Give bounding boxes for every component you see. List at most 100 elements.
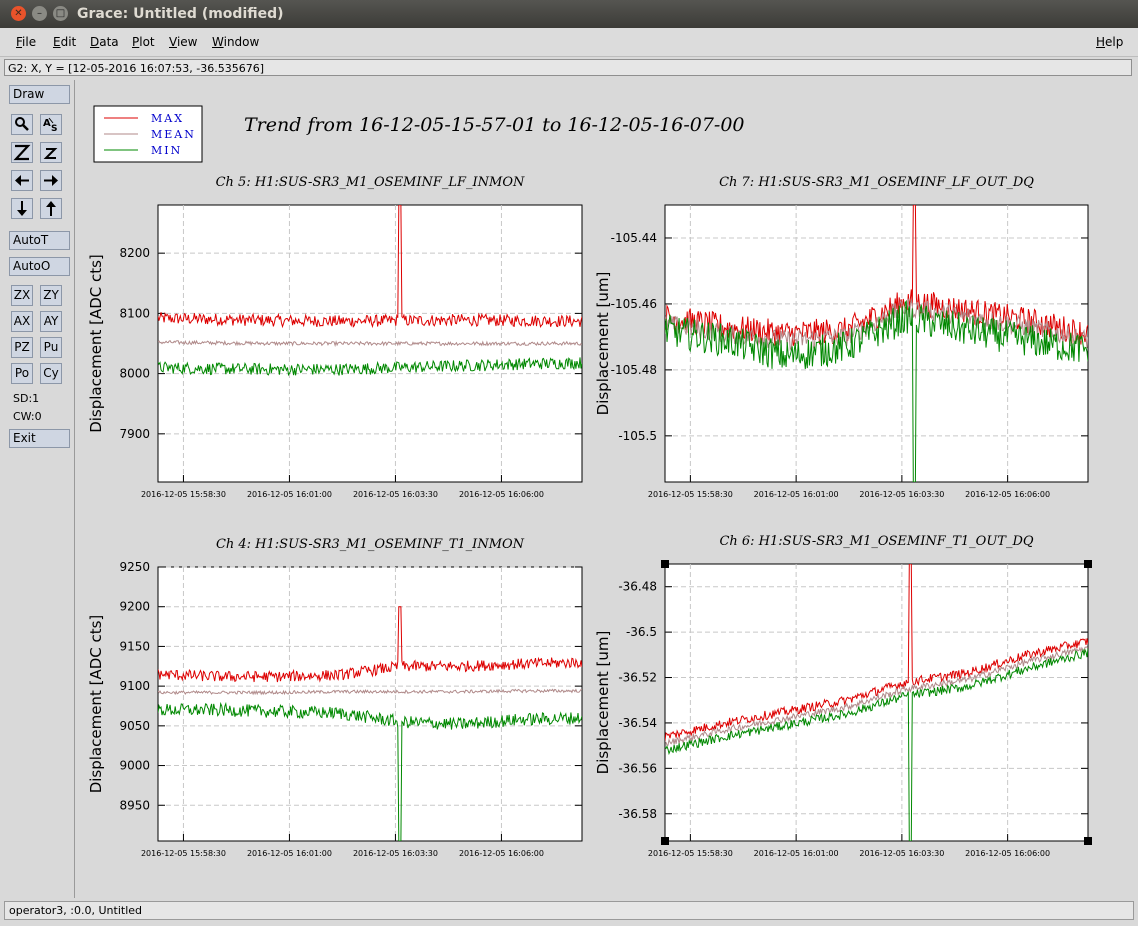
x-tick-label: 2016-12-05 15:58:30 [648,849,733,858]
tool-panel: Draw AS AutoT AutoO ZX ZY AX AY PZ Pu Po… [4,80,75,898]
graph-3[interactable]: 8950 9000 9050 9100 9150 9200 9250 2016-12-05 1… [87,537,583,858]
zy-button[interactable]: ZY [40,285,62,306]
scroll-down-button[interactable] [11,198,33,219]
zoom-in-button[interactable] [11,142,33,163]
zoom-out-button[interactable] [40,142,62,163]
y-tick-label: -36.54 [618,716,657,730]
draw-button[interactable]: Draw [9,85,70,104]
sd-readout: SD:1 [13,392,40,405]
x-tick-label: 2016-12-05 16:01:00 [754,490,839,499]
graph-area[interactable]: MAX MEAN MIN Trend from 16-12-05-15-57-0… [76,80,1134,898]
x-tick-label: 2016-12-05 16:01:00 [247,490,332,499]
graph-1[interactable]: 7900 8000 8100 8200 2016-12-05 15:58:30 2016-… [87,175,583,499]
ax-button[interactable]: AX [11,311,33,332]
zx-button[interactable]: ZX [11,285,33,306]
close-window-button[interactable]: ✕ [11,6,26,21]
y-tick-label: -105.44 [611,231,657,245]
zoom-icon [15,117,29,131]
y-tick-label: -105.46 [611,297,657,311]
x-tick-label: 2016-12-05 16:03:30 [353,490,438,499]
menu-help[interactable]: Help [1096,35,1123,49]
po-button[interactable]: Po [11,363,33,384]
x-tick-label: 2016-12-05 16:03:30 [353,849,438,858]
legend[interactable]: MAX MEAN MIN [93,105,203,163]
y-tick-label: 8950 [119,798,150,812]
maximize-icon: □ [55,8,66,19]
y-tick-label: -105.5 [618,429,657,443]
y-tick-label: 7900 [119,427,150,441]
zoom-in-icon [13,144,31,161]
y-tick-label: 9100 [119,679,150,693]
legend-min-label: MIN [151,144,182,157]
y-tick-label: 8100 [119,306,150,320]
x-tick-label: 2016-12-05 16:03:30 [859,490,944,499]
y-tick-label: -105.48 [611,363,657,377]
y-tick-label: 8000 [119,367,150,381]
autot-button[interactable]: AutoT [9,231,70,250]
menu-edit[interactable]: Edit [53,35,76,49]
menu-view[interactable]: View [169,35,197,49]
graph-2[interactable]: -105.5 -105.48 -105.46 -105.44 2016-12-05 15… [594,175,1089,499]
legend-mean-label: MEAN [151,128,196,141]
legend-max-label: MAX [151,112,184,125]
y-tick-label: 9150 [119,639,150,653]
up-arrow-icon [46,201,56,216]
zoom-out-icon [43,148,58,159]
x-tick-label: 2016-12-05 16:06:00 [965,849,1050,858]
autoo-button[interactable]: AutoO [9,257,70,276]
locator-readout: G2: X, Y = [12-05-2016 16:07:53, -36.535… [4,59,1132,76]
selection-handle[interactable] [661,560,669,568]
y-tick-label: 8200 [119,246,150,260]
down-arrow-icon [17,201,27,216]
autoscale-text-icon: AS [43,117,57,134]
y-tick-label: -36.48 [618,580,657,594]
cw-readout: CW:0 [13,410,42,423]
zoom-button[interactable] [11,114,33,135]
autoscale-text-button[interactable]: AS [40,114,62,135]
title-bar: ✕ – □ Grace: Untitled (modified) [0,0,1138,28]
selection-handle[interactable] [1084,837,1092,845]
menu-data[interactable]: Data [90,35,119,49]
x-tick-label: 2016-12-05 15:58:30 [141,849,226,858]
y-axis-label: Displacement [ADC cts] [87,254,105,433]
cy-button[interactable]: Cy [40,363,62,384]
selection-handle[interactable] [1084,560,1092,568]
minimize-window-button[interactable]: – [32,6,47,21]
scroll-left-button[interactable] [11,170,33,191]
main-title: Trend from 16-12-05-15-57-01 to 16-12-05… [244,114,745,136]
x-tick-label: 2016-12-05 16:01:00 [754,849,839,858]
menu-window[interactable]: Window [212,35,259,49]
pz-button[interactable]: PZ [11,337,33,358]
x-tick-label: 2016-12-05 15:58:30 [141,490,226,499]
x-tick-label: 2016-12-05 16:03:30 [859,849,944,858]
menu-bar: File Edit Data Plot View Window Help [0,28,1138,57]
exit-button[interactable]: Exit [9,429,70,448]
y-axis-label: Displacement [ADC cts] [87,615,105,794]
y-tick-label: 9200 [119,600,150,614]
maximize-window-button[interactable]: □ [53,6,68,21]
graph-title: Ch 7: H1:SUS-SR3_M1_OSEMINF_LF_OUT_DQ [719,175,1034,190]
y-axis-label: Displacement [um] [594,272,612,416]
y-tick-label: -36.58 [618,807,657,821]
graph-4[interactable]: -36.58 -36.56 -36.54 -36.52 -36.5 -36.48 2016-… [594,534,1092,858]
x-tick-label: 2016-12-05 16:06:00 [459,490,544,499]
menu-plot[interactable]: Plot [132,35,155,49]
y-tick-label: 9000 [119,759,150,773]
graph-frame [157,566,583,842]
ay-button[interactable]: AY [40,311,62,332]
svg-text:S: S [51,124,57,134]
graph-title: Ch 6: H1:SUS-SR3_M1_OSEMINF_T1_OUT_DQ [719,534,1033,549]
plot-canvas[interactable]: MAX MEAN MIN Trend from 16-12-05-15-57-0… [76,80,1134,898]
y-tick-label: 9050 [119,719,150,733]
x-tick-label: 2016-12-05 16:06:00 [965,490,1050,499]
menu-file[interactable]: File [16,35,36,49]
y-tick-label: -36.56 [618,761,657,775]
close-icon: ✕ [14,8,23,19]
right-arrow-icon [44,175,58,186]
scroll-up-button[interactable] [40,198,62,219]
left-arrow-icon [15,175,29,186]
selection-handle[interactable] [661,837,669,845]
pu-button[interactable]: Pu [40,337,62,358]
scroll-right-button[interactable] [40,170,62,191]
x-tick-label: 2016-12-05 16:01:00 [247,849,332,858]
